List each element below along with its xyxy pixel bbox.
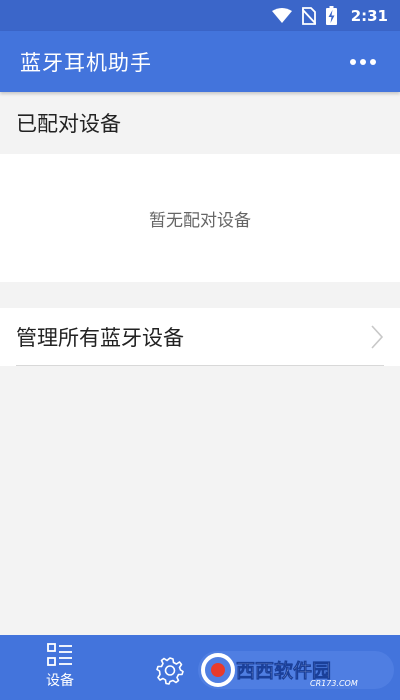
nav-item-devices[interactable]: 设备 [30, 643, 90, 697]
more-menu-button[interactable] [346, 53, 380, 71]
app-bar: 蓝牙耳机助手 [0, 31, 400, 92]
svg-text:CR173.COM: CR173.COM [310, 679, 358, 688]
more-horizontal-icon [350, 58, 356, 65]
status-bar: 2:31 [0, 0, 400, 31]
battery-charging-icon [325, 6, 337, 25]
manage-all-devices-row[interactable]: 管理所有蓝牙设备 [0, 308, 400, 366]
settings-icon [156, 657, 184, 685]
chevron-right-icon [371, 325, 384, 349]
paired-devices-empty-panel: 暂无配对设备 [0, 154, 400, 282]
nav-item-devices-label: 设备 [46, 673, 74, 689]
empty-state-text: 暂无配对设备 [149, 210, 251, 231]
watermark-badge: 西西软件园 CR173.COM [198, 651, 394, 689]
wifi-icon [271, 7, 292, 23]
device-list-icon [47, 643, 72, 666]
app-title: 蓝牙耳机助手 [20, 50, 152, 75]
bottom-nav: 设备 西西软件园 CR173.COM [0, 635, 400, 700]
nav-item-settings[interactable] [152, 652, 188, 688]
paired-devices-header: 已配对设备 [16, 112, 121, 136]
no-sim-icon [301, 6, 316, 25]
status-time: 2:31 [350, 6, 388, 25]
manage-all-devices-label: 管理所有蓝牙设备 [16, 326, 184, 350]
watermark-logo: 西西软件园 CR173.COM [198, 649, 394, 691]
